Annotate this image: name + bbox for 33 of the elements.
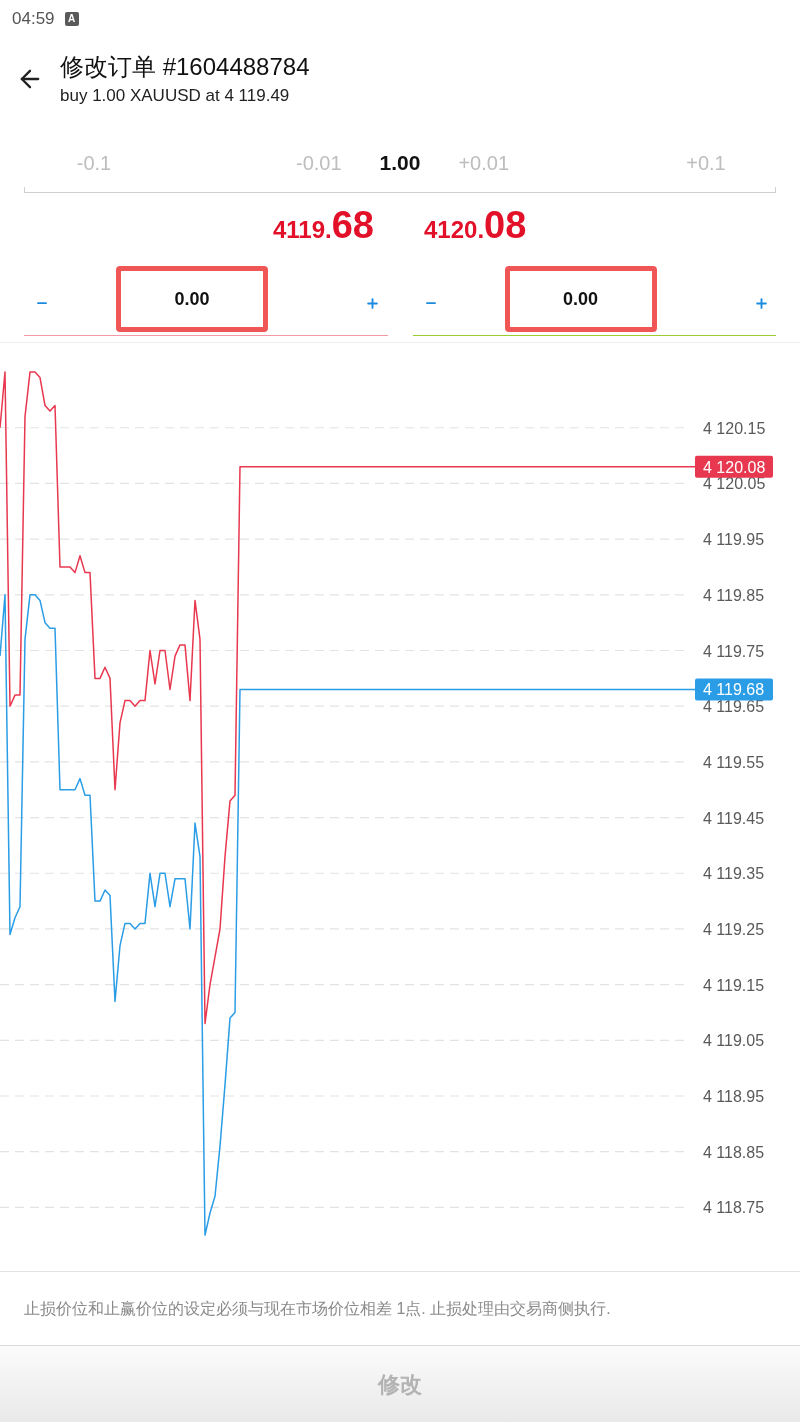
y-axis-label: 4 119.55 — [703, 753, 765, 771]
value-input[interactable]: 0.00 — [116, 266, 268, 332]
window-title: 修改订单 #1604488784 — [60, 51, 310, 82]
volume-step-button[interactable]: -0.1 — [76, 148, 112, 178]
y-axis-label: 4 119.75 — [703, 642, 765, 660]
y-axis-label: 4 118.85 — [703, 1143, 765, 1161]
y-axis-label: 4 119.95 — [703, 531, 765, 549]
notice-text: 止损价位和止赢价位的设定必须与现在市场价位相差 1点. 止损处理由交易商侧执行. — [24, 1298, 611, 1319]
price-label: 4120.08 — [424, 206, 527, 244]
volume-step-button[interactable]: +0.01 — [458, 148, 510, 178]
y-axis-label: 4 119.25 — [703, 920, 765, 938]
order-subtitle: buy 1.00 XAUUSD at 4 119.49 — [60, 84, 291, 107]
plus-icon — [753, 295, 769, 311]
status-time: 04:59 — [12, 8, 55, 31]
y-axis-label: 4 118.75 — [703, 1199, 765, 1217]
notification-icon: A — [64, 12, 79, 26]
volume-step-button[interactable]: -0.01 — [295, 148, 342, 178]
y-axis-label: 4 119.45 — [703, 809, 765, 827]
value-input[interactable]: 0.00 — [504, 266, 657, 332]
y-axis-label: 4 120.05 — [703, 475, 766, 493]
volume-step-button[interactable]: +0.1 — [686, 148, 726, 178]
volume-value: 1.00 — [379, 150, 421, 177]
y-axis-label: 4 119.65 — [703, 698, 765, 716]
y-axis-label: 4 119.15 — [703, 976, 765, 994]
price-tag: 4 119.68 — [695, 678, 773, 701]
y-axis-label: 4 119.85 — [703, 586, 765, 604]
price-label: 4119.68 — [273, 206, 374, 244]
price-tag: 4 120.08 — [695, 455, 773, 478]
y-axis-label: 4 119.35 — [703, 865, 765, 883]
plus-icon — [365, 295, 380, 311]
y-axis-label: 4 120.15 — [703, 419, 766, 437]
y-axis-label: 4 118.95 — [703, 1088, 765, 1105]
y-axis-label: 4 119.05 — [703, 1032, 765, 1050]
